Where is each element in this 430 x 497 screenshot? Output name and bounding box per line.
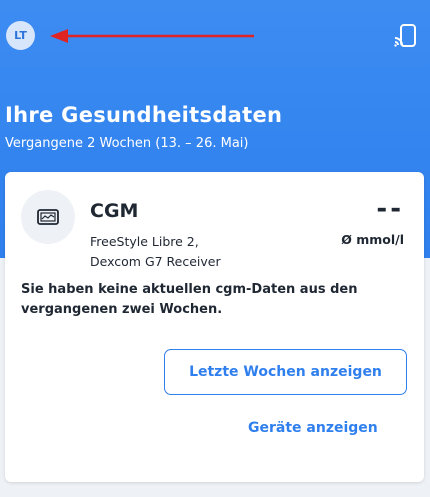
- no-data-message: Sie haben keine aktuellen cgm-Daten aus …: [21, 282, 358, 317]
- unit-label: Ø mmol/l: [341, 232, 404, 247]
- cgm-icon-badge: [21, 190, 75, 244]
- cast-icon: [394, 24, 416, 47]
- avatar[interactable]: LT: [6, 21, 35, 50]
- show-last-weeks-button[interactable]: Letzte Wochen anzeigen: [164, 349, 407, 395]
- cgm-average-value: --: [376, 194, 404, 224]
- monitor-graph-icon: [37, 209, 59, 225]
- device-list: FreeStyle Libre 2, Dexcom G7 Receiver: [90, 232, 221, 272]
- page-title: Ihre Gesundheitsdaten: [5, 103, 283, 127]
- device-line-1: FreeStyle Libre 2,: [90, 234, 199, 249]
- annotation-arrow-icon: [50, 29, 254, 43]
- show-devices-link[interactable]: Geräte anzeigen: [248, 420, 378, 436]
- device-line-2: Dexcom G7 Receiver: [90, 254, 221, 269]
- cast-button[interactable]: [390, 21, 420, 51]
- card-title: CGM: [90, 200, 139, 222]
- avatar-initials: LT: [14, 29, 27, 42]
- cgm-card: CGM -- FreeStyle Libre 2, Dexcom G7 Rece…: [5, 172, 424, 482]
- date-range-subtitle: Vergangene 2 Wochen (13. – 26. Mai): [5, 136, 249, 151]
